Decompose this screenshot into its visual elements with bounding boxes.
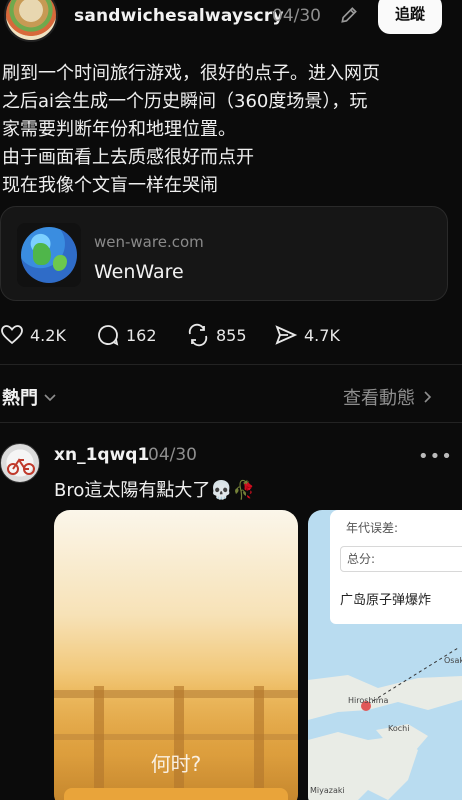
divider: [0, 364, 462, 365]
link-title: WenWare: [94, 261, 184, 283]
comment-bubble-icon: [98, 325, 119, 346]
follow-button[interactable]: 追蹤: [378, 0, 442, 34]
year-error-field: 年代误差:: [346, 521, 399, 535]
heart-icon: [1, 325, 23, 345]
reply-image-sunlit-scene[interactable]: 何时?: [54, 510, 298, 800]
map-label: Osak: [444, 656, 462, 665]
post-text-line: 家需要判断年份和地理位置。: [2, 119, 236, 140]
globe-icon: [17, 223, 81, 287]
like-button[interactable]: 4.2K: [0, 320, 66, 350]
view-activity-link[interactable]: 查看動態: [343, 384, 435, 410]
post-text-line: 现在我像个文盲一样在哭闹: [2, 175, 218, 196]
more-options-icon[interactable]: •••: [418, 446, 453, 467]
post-actions: 4.2K 162 855 4.7K: [0, 320, 462, 350]
view-activity-label: 查看動態: [343, 388, 415, 409]
map-label: Miyazaki: [310, 786, 345, 795]
reply-text: Bro這太陽有點大了💀🥀: [54, 480, 256, 501]
chevron-down-icon: [44, 394, 56, 402]
answer-label: 广岛原子弹爆炸: [330, 578, 462, 624]
divider: [0, 422, 462, 423]
repost-count: 855: [216, 325, 247, 345]
link-domain: wen-ware.com: [94, 233, 204, 251]
post-text-line: 之后ai会生成一个历史瞬间（360度场景），玩: [2, 91, 368, 112]
author-avatar[interactable]: [4, 0, 58, 42]
reply-username[interactable]: xn_1qwq1: [54, 445, 149, 465]
post-header: sandwichesalwayscry 04/30 追蹤: [0, 0, 462, 46]
post-body: 刷到一个时间旅行游戏，很好的点子。进入网页 之后ai会生成一个历史瞬间（360度…: [2, 60, 457, 200]
score-field: 总分:: [340, 546, 462, 572]
repost-icon: [188, 323, 208, 347]
comment-count: 162: [126, 325, 157, 345]
link-preview-card[interactable]: wen-ware.com WenWare: [0, 206, 448, 301]
map-illustration: [308, 647, 462, 800]
chevron-right-icon: [424, 391, 432, 403]
reply-author-avatar[interactable]: [0, 443, 40, 483]
sort-dropdown[interactable]: 熱門: [2, 384, 58, 410]
send-icon: [275, 325, 298, 345]
edit-pencil-icon[interactable]: [339, 5, 359, 25]
author-username[interactable]: sandwichesalwayscry: [74, 6, 284, 26]
share-count: 4.7K: [304, 325, 340, 345]
reply-date: 04/30: [148, 445, 197, 465]
map-label: Hiroshima: [348, 696, 389, 705]
map-label: Kochi: [388, 724, 410, 733]
reply-image-map-result[interactable]: 年代误差: 总分: 广岛原子弹爆炸 Hiroshima Kochi Osak M…: [308, 510, 462, 800]
post-text-line: 由于画面看上去质感很好而点开: [2, 147, 254, 168]
repost-button[interactable]: 855: [186, 320, 247, 350]
sort-label: 熱門: [2, 388, 38, 409]
share-button[interactable]: 4.7K: [274, 320, 340, 350]
image-bottom-bar: [64, 788, 288, 800]
like-count: 4.2K: [30, 325, 66, 345]
comment-button[interactable]: 162: [96, 320, 157, 350]
post-date: 04/30: [272, 6, 321, 26]
image-overlay-text: 何时?: [150, 752, 202, 776]
bicycle-icon: [7, 458, 35, 475]
post-text-line: 刷到一个时间旅行游戏，很好的点子。进入网页: [2, 63, 380, 84]
